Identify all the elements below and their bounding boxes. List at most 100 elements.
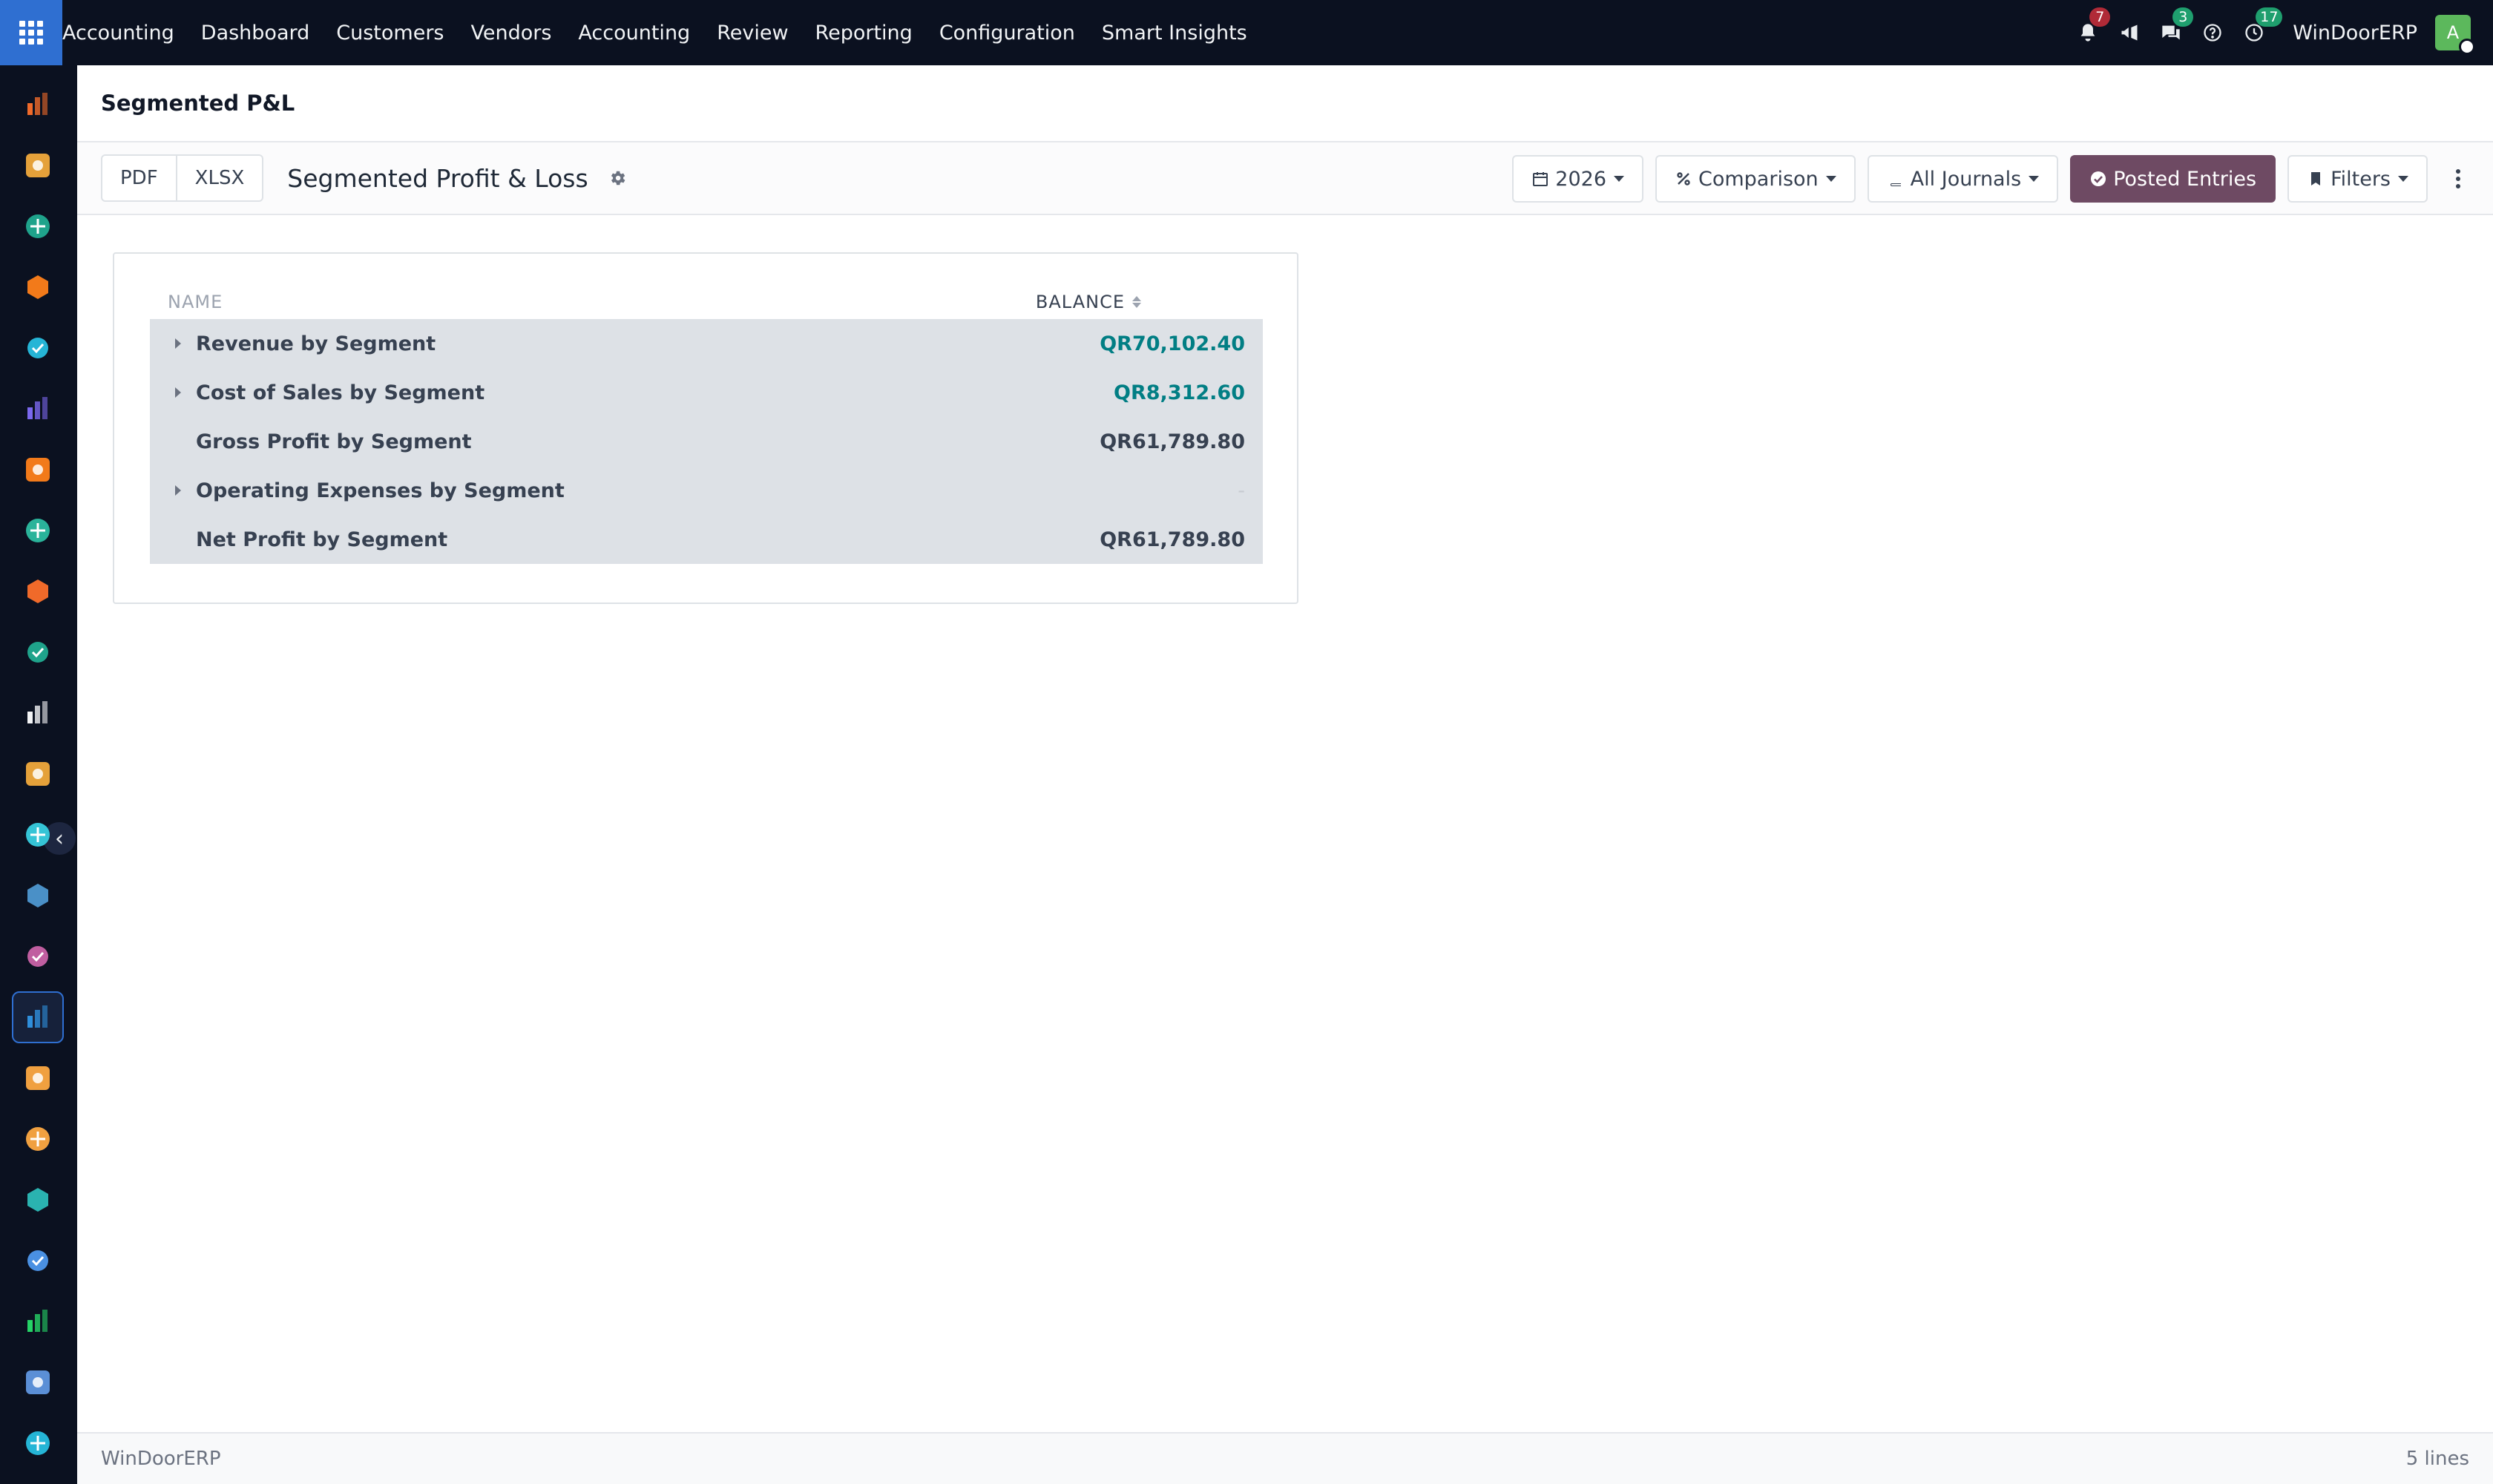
- comparison-filter-button[interactable]: Comparison: [1655, 155, 1856, 203]
- sidebar-app-livechat[interactable]: [12, 444, 64, 496]
- employees-icon: [27, 642, 48, 663]
- row-balance: -: [1238, 479, 1245, 502]
- help-button[interactable]: [2195, 0, 2230, 65]
- sort-icon: [1132, 295, 1141, 309]
- export-xlsx-button[interactable]: XLSX: [177, 154, 264, 202]
- journals-filter-label: All Journals: [1910, 167, 2022, 191]
- table-body: Revenue by Segment QR70,102.40 Cost of Sal…: [150, 319, 1263, 564]
- caret-right-icon[interactable]: [175, 485, 181, 496]
- activities-button[interactable]: 17: [2236, 0, 2283, 65]
- sidebar-app-dashboard[interactable]: [12, 565, 64, 617]
- page-title: Segmented P&L: [101, 91, 295, 116]
- question-circle-icon: [2204, 24, 2221, 42]
- app-switcher-button[interactable]: [0, 0, 62, 65]
- row-name-cell: Gross Profit by Segment: [175, 430, 472, 453]
- sidebar-app-invoicing[interactable]: [12, 991, 64, 1043]
- sidebar-app-manufacturing[interactable]: [12, 930, 64, 982]
- company-switcher[interactable]: WinDoorERP: [2293, 22, 2417, 45]
- filters-button[interactable]: Filters: [2287, 155, 2428, 203]
- sidebar-app-team[interactable]: [12, 1052, 64, 1104]
- sign-icon: [27, 1188, 48, 1212]
- column-header-balance[interactable]: BALANCE: [1036, 292, 1141, 312]
- messages-button[interactable]: 3: [2153, 0, 2194, 65]
- percent-icon: [1677, 172, 1690, 186]
- sidebar-app-website-builder[interactable]: [12, 1417, 64, 1469]
- row-label: Gross Profit by Segment: [196, 430, 472, 453]
- posted-entries-toggle[interactable]: Posted Entries: [2070, 155, 2276, 203]
- messages-badge: 3: [2172, 7, 2194, 27]
- notifications-button[interactable]: 7: [2070, 0, 2111, 65]
- breadcrumb: Segmented P&L: [77, 65, 2493, 142]
- table-row[interactable]: Cost of Sales by Segment QR8,312.60: [150, 368, 1263, 417]
- report-title: Segmented Profit & Loss: [287, 163, 588, 193]
- table-row[interactable]: Operating Expenses by Segment -: [150, 466, 1263, 515]
- sidebar-app-marketing[interactable]: [12, 748, 64, 800]
- menu-dashboard[interactable]: Dashboard: [188, 22, 323, 45]
- announcements-button[interactable]: [2112, 0, 2147, 65]
- footer-line-count: 5 lines: [2405, 1448, 2469, 1470]
- sidebar-app-email-marketing[interactable]: [12, 383, 64, 435]
- row-name-cell: Net Profit by Segment: [175, 528, 447, 551]
- report-filters: 2026 Comparison All Journals Posted Entr…: [1500, 155, 2469, 203]
- sidebar-app-inventory[interactable]: [12, 687, 64, 739]
- sidebar-app-employees[interactable]: [12, 626, 64, 678]
- sidebar-app-sales[interactable]: [12, 505, 64, 556]
- table-row: Gross Profit by Segment QR61,789.80: [150, 417, 1263, 466]
- row-label: Net Profit by Segment: [196, 528, 448, 551]
- knowledge-icon: [27, 884, 48, 907]
- sidebar-app-chat[interactable]: [12, 261, 64, 313]
- date-filter-button[interactable]: 2026: [1512, 155, 1643, 203]
- dashboard-icon: [27, 580, 48, 603]
- team-icon: [26, 1066, 50, 1090]
- menu-reporting[interactable]: Reporting: [802, 22, 926, 45]
- export-button-group: PDF XLSX: [101, 154, 264, 202]
- table-row[interactable]: Revenue by Segment QR70,102.40: [150, 319, 1263, 368]
- check-circle-icon: [2091, 171, 2106, 186]
- export-pdf-button[interactable]: PDF: [101, 154, 177, 202]
- menu-smart-insights[interactable]: Smart Insights: [1088, 22, 1261, 45]
- sidebar-app-whatsapp[interactable]: [12, 1296, 64, 1347]
- apps-grid-icon: [27, 1250, 48, 1271]
- user-avatar[interactable]: A: [2435, 15, 2475, 55]
- gear-icon[interactable]: [608, 168, 627, 188]
- menu-configuration[interactable]: Configuration: [926, 22, 1088, 45]
- sidebar-app-sign[interactable]: [12, 1174, 64, 1226]
- row-label: Operating Expenses by Segment: [196, 479, 565, 502]
- presence-status-dot: [2459, 39, 2475, 55]
- row-balance: QR61,789.80: [1100, 528, 1245, 551]
- caret-right-icon[interactable]: [175, 338, 181, 349]
- menu-accounting[interactable]: Accounting: [565, 22, 703, 45]
- menu-review[interactable]: Review: [703, 22, 801, 45]
- sidebar-app-calendar[interactable]: [12, 1113, 64, 1165]
- systray: 7 3 17 WinDoorERP A: [2064, 0, 2493, 65]
- sidebar-app-contacts[interactable]: [12, 200, 64, 252]
- sidebar-app-apps-grid[interactable]: [12, 1235, 64, 1287]
- app-sidebar: ‹: [0, 65, 77, 1484]
- menu-customers[interactable]: Customers: [323, 22, 457, 45]
- sidebar-app-reporting[interactable]: [12, 79, 64, 131]
- row-indent-spacer: [175, 436, 181, 447]
- filters-label: Filters: [2331, 167, 2391, 191]
- sidebar-app-website[interactable]: [12, 322, 64, 374]
- invoicing-icon: [27, 1005, 47, 1028]
- website-builder-icon: [26, 1431, 50, 1455]
- row-balance[interactable]: QR70,102.40: [1100, 332, 1245, 355]
- column-header-name: NAME: [168, 292, 223, 312]
- sidebar-app-knowledge[interactable]: [12, 870, 64, 922]
- manufacturing-icon: [27, 946, 48, 967]
- timesheet-icon: [26, 1370, 50, 1394]
- more-options-icon[interactable]: [2447, 168, 2469, 190]
- sidebar-app-discuss[interactable]: [12, 139, 64, 191]
- row-balance: QR61,789.80: [1100, 430, 1245, 453]
- row-balance[interactable]: QR8,312.60: [1114, 381, 1245, 404]
- calendar-icon: [26, 1127, 50, 1151]
- sidebar-app-project[interactable]: [12, 809, 64, 861]
- discuss-icon: [26, 154, 50, 177]
- caret-right-icon[interactable]: [175, 387, 181, 398]
- reporting-icon: [27, 93, 47, 115]
- journals-filter-button[interactable]: All Journals: [1867, 155, 2059, 203]
- sidebar-app-timesheet[interactable]: [12, 1356, 64, 1408]
- menu-vendors[interactable]: Vendors: [457, 22, 565, 45]
- menu-brand-accounting[interactable]: Accounting: [62, 22, 188, 45]
- whatsapp-icon: [27, 1310, 47, 1332]
